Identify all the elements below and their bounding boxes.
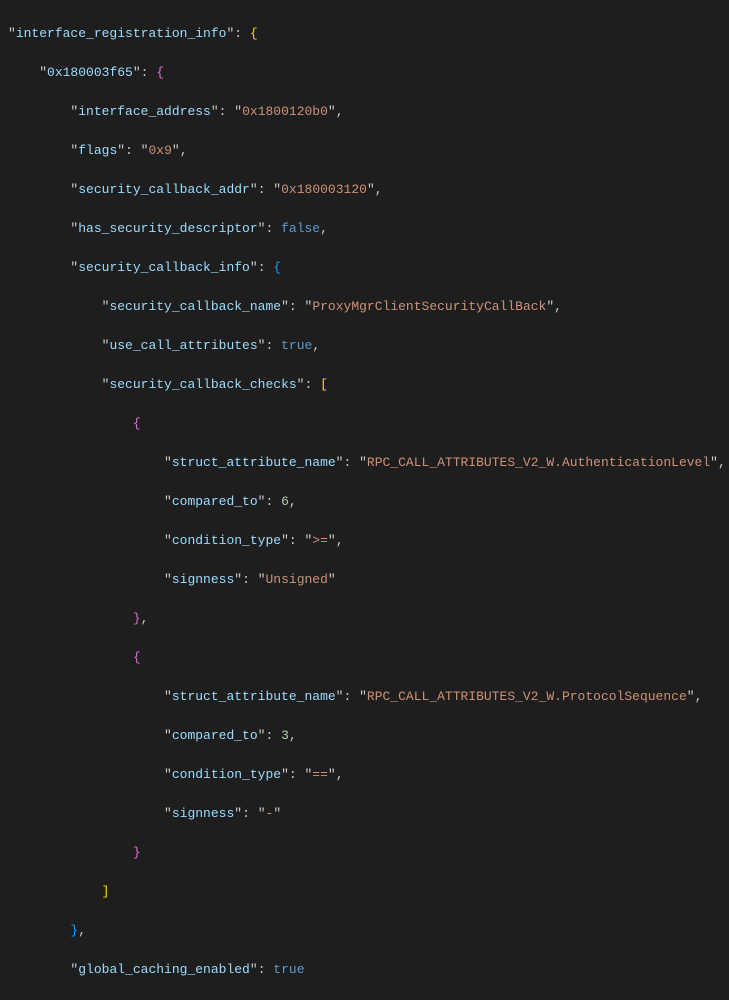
string-token: RPC_CALL_ATTRIBUTES_V2_W.ProtocolSequenc… (367, 689, 687, 704)
code-line: "signness": "Unsigned" (8, 570, 729, 590)
key-token: use_call_attributes (109, 338, 257, 353)
key-token: struct_attribute_name (172, 455, 336, 470)
string-token: 0x180003120 (281, 182, 367, 197)
code-line: ] (8, 882, 729, 902)
code-line: "compared_to": 6, (8, 492, 729, 512)
string-token: RPC_CALL_ATTRIBUTES_V2_W.AuthenticationL… (367, 455, 710, 470)
key-token: signness (172, 806, 234, 821)
string-token: Unsigned (266, 572, 328, 587)
key-token: security_callback_name (109, 299, 281, 314)
json-code-block: "interface_registration_info": { "0x1800… (0, 4, 729, 1000)
number-token: 3 (281, 728, 289, 743)
key-token: interface_address (78, 104, 211, 119)
code-line: "security_callback_info": { (8, 258, 729, 278)
string-token: ProxyMgrClientSecurityCallBack (312, 299, 546, 314)
code-line: "has_security_descriptor": false, (8, 219, 729, 239)
code-line: }, (8, 999, 729, 1000)
code-line: "flags": "0x9", (8, 141, 729, 161)
key-token: global_caching_enabled (78, 962, 250, 977)
key-token: has_security_descriptor (78, 221, 257, 236)
code-line: }, (8, 921, 729, 941)
code-line: "struct_attribute_name": "RPC_CALL_ATTRI… (8, 453, 729, 473)
key-token: security_callback_info (78, 260, 250, 275)
bool-token: false (281, 221, 320, 236)
key-token: compared_to (172, 728, 258, 743)
number-token: 6 (281, 494, 289, 509)
code-line: "signness": "-" (8, 804, 729, 824)
key-token: 0x180003f65 (47, 65, 133, 80)
key-token: security_callback_addr (78, 182, 250, 197)
code-line: { (8, 648, 729, 668)
key-token: interface_registration_info (16, 26, 227, 41)
code-line: "condition_type": ">=", (8, 531, 729, 551)
code-line: "use_call_attributes": true, (8, 336, 729, 356)
key-token: security_callback_checks (109, 377, 296, 392)
code-line: "security_callback_addr": "0x180003120", (8, 180, 729, 200)
code-line: { (8, 414, 729, 434)
code-line: "struct_attribute_name": "RPC_CALL_ATTRI… (8, 687, 729, 707)
bool-token: true (273, 962, 304, 977)
code-line: "global_caching_enabled": true (8, 960, 729, 980)
key-token: compared_to (172, 494, 258, 509)
code-line: "compared_to": 3, (8, 726, 729, 746)
string-token: 0x9 (148, 143, 171, 158)
string-token: >= (312, 533, 328, 548)
code-line: "interface_registration_info": { (8, 24, 729, 44)
code-line: "security_callback_name": "ProxyMgrClien… (8, 297, 729, 317)
bool-token: true (281, 338, 312, 353)
key-token: condition_type (172, 767, 281, 782)
key-token: struct_attribute_name (172, 689, 336, 704)
key-token: flags (78, 143, 117, 158)
code-line: "condition_type": "==", (8, 765, 729, 785)
string-token: 0x1800120b0 (242, 104, 328, 119)
code-line: "0x180003f65": { (8, 63, 729, 83)
code-line: } (8, 843, 729, 863)
string-token: - (266, 806, 274, 821)
code-line: "interface_address": "0x1800120b0", (8, 102, 729, 122)
code-line: }, (8, 609, 729, 629)
key-token: condition_type (172, 533, 281, 548)
code-line: "security_callback_checks": [ (8, 375, 729, 395)
string-token: == (312, 767, 328, 782)
key-token: signness (172, 572, 234, 587)
